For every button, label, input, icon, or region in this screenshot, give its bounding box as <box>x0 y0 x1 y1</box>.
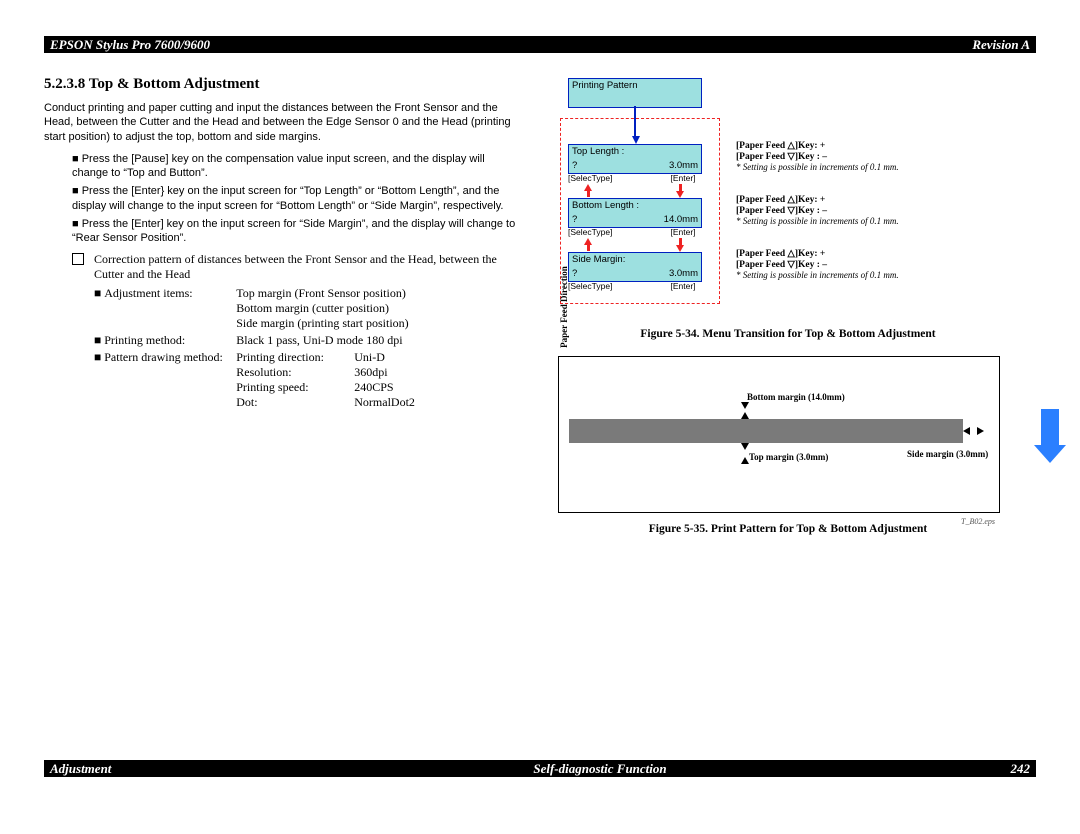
menu-bottom-length: Bottom Length : ? 14.0mm <box>568 198 702 228</box>
menu-title: Printing Pattern <box>569 79 701 93</box>
menu-printing-pattern: Printing Pattern <box>568 78 702 108</box>
label-bottom-margin: Bottom margin (14.0mm) <box>747 392 845 402</box>
key-hint-bottom: [Paper Feed △]Key: + [Paper Feed ▽]Key :… <box>736 194 996 227</box>
enter-label: [Enter] <box>664 281 702 291</box>
print-pattern-diagram: Bottom margin (14.0mm) Top margin (3.0mm… <box>558 356 1000 513</box>
pattern-val: NormalDot2 <box>354 395 415 410</box>
key-note: * Setting is possible in increments of 0… <box>736 162 899 172</box>
arrow-down-icon <box>741 402 749 409</box>
arrow-left-icon <box>963 427 970 435</box>
instruction-list: Press the [Pause] key on the compensatio… <box>72 152 520 246</box>
arrow-right-icon <box>977 427 984 435</box>
spec-list: Adjustment items: Top margin (Front Sens… <box>94 286 520 410</box>
selectype-label: [SelecType] <box>568 173 606 183</box>
arrow-up-icon <box>741 457 749 464</box>
right-column: Printing Pattern Top Length : ? 3.0mm [Se… <box>540 72 1036 744</box>
menu-title: Top Length : <box>569 145 701 159</box>
key-up: [Paper Feed △]Key: + <box>736 249 825 259</box>
pattern-val: 240CPS <box>354 380 415 395</box>
pattern-key: Resolution: <box>236 365 354 380</box>
arrow-up-icon <box>741 412 749 419</box>
key-hint-side: [Paper Feed △]Key: + [Paper Feed ▽]Key :… <box>736 248 996 281</box>
instruction-item: Press the [Enter} key on the input scree… <box>72 184 520 213</box>
selectype-label: [SelecType] <box>568 281 606 291</box>
pattern-key: Printing direction: <box>236 350 354 365</box>
flow-line <box>679 184 682 191</box>
menu-q: ? <box>572 214 577 226</box>
label-top-margin: Top margin (3.0mm) <box>749 452 828 462</box>
arrow-down-icon <box>741 443 749 450</box>
menu-title: Side Margin: <box>569 253 701 267</box>
selectype-label: [SelecType] <box>568 227 606 237</box>
label-print-method: Printing method: <box>104 333 236 348</box>
key-note: * Setting is possible in increments of 0… <box>736 270 899 280</box>
arrow-down-icon <box>676 191 684 198</box>
doc-revision: Revision A <box>972 37 1030 53</box>
key-up: [Paper Feed △]Key: + <box>736 195 825 205</box>
arrow-up-icon <box>584 238 592 245</box>
value-print-method: Black 1 pass, Uni-D mode 180 dpi <box>236 333 402 348</box>
label-pattern: Pattern drawing method: <box>104 350 236 365</box>
key-down: [Paper Feed ▽]Key : – <box>736 260 827 270</box>
key-down: [Paper Feed ▽]Key : – <box>736 152 827 162</box>
footer-bar: Adjustment Self-diagnostic Function 242 <box>44 760 1036 777</box>
arrow-up-icon <box>584 184 592 191</box>
adj-item: Bottom margin (cutter position) <box>236 301 389 315</box>
page: EPSON Stylus Pro 7600/9600 Revision A 5.… <box>0 0 1080 34</box>
spec-item: Pattern drawing method: Printing directi… <box>94 350 520 410</box>
enter-label: [Enter] <box>664 227 702 237</box>
checkbox-icon <box>72 253 84 265</box>
menu-val: 3.0mm <box>669 268 698 280</box>
menu-title: Bottom Length : <box>569 199 701 213</box>
flow-line <box>679 238 682 245</box>
arrow-down-icon <box>632 136 640 144</box>
footer-left: Adjustment <box>50 761 250 777</box>
pattern-key: Dot: <box>236 395 354 410</box>
menu-val: 14.0mm <box>664 214 698 226</box>
flow-line <box>587 191 590 197</box>
pattern-val: Uni-D <box>354 350 415 365</box>
pattern-val: 360dpi <box>354 365 415 380</box>
instruction-item: Press the [Enter] key on the input scree… <box>72 217 520 246</box>
section-heading: 5.2.3.8 Top & Bottom Adjustment <box>44 76 520 93</box>
left-column: 5.2.3.8 Top & Bottom Adjustment Conduct … <box>44 72 540 744</box>
menu-top-length: Top Length : ? 3.0mm <box>568 144 702 174</box>
menu-val: 3.0mm <box>669 160 698 172</box>
key-hint-top: [Paper Feed △]Key: + [Paper Feed ▽]Key :… <box>736 140 996 173</box>
checkbox-text: Correction pattern of distances between … <box>94 252 520 282</box>
content-area: 5.2.3.8 Top & Bottom Adjustment Conduct … <box>44 72 1036 744</box>
arrow-down-icon <box>676 245 684 252</box>
spec-item: Adjustment items: Top margin (Front Sens… <box>94 286 520 331</box>
key-note: * Setting is possible in increments of 0… <box>736 216 899 226</box>
label-side-margin: Side margin (3.0mm) <box>907 449 988 459</box>
flow-line <box>634 106 636 136</box>
footer-center: Self-diagnostic Function <box>250 761 950 777</box>
key-down: [Paper Feed ▽]Key : – <box>736 206 827 216</box>
instruction-item: Press the [Pause] key on the compensatio… <box>72 152 520 181</box>
spec-item: Printing method: Black 1 pass, Uni-D mod… <box>94 333 520 348</box>
label-paper-feed: Paper Feed Direction <box>559 257 569 357</box>
menu-q: ? <box>572 268 577 280</box>
adj-item: Side margin (printing start position) <box>236 316 408 330</box>
adj-item: Top margin (Front Sensor position) <box>236 286 406 300</box>
menu-transition-diagram: Printing Pattern Top Length : ? 3.0mm [Se… <box>560 78 1010 318</box>
enter-label: [Enter] <box>664 173 702 183</box>
pattern-key: Printing speed: <box>236 380 354 395</box>
footer-page: 242 <box>950 761 1030 777</box>
header-bar: EPSON Stylus Pro 7600/9600 Revision A <box>44 36 1036 53</box>
eps-filename: T_B02.eps <box>961 517 995 526</box>
menu-side-margin: Side Margin: ? 3.0mm <box>568 252 702 282</box>
doc-title: EPSON Stylus Pro 7600/9600 <box>50 37 210 53</box>
checkbox-item: Correction pattern of distances between … <box>72 252 520 282</box>
key-up: [Paper Feed △]Key: + <box>736 141 825 151</box>
label-adj-items: Adjustment items: <box>104 286 236 331</box>
intro-paragraph: Conduct printing and paper cutting and i… <box>44 101 520 144</box>
paper-feed-arrow-icon <box>1041 409 1059 445</box>
flow-line <box>587 245 590 251</box>
figure-34-caption: Figure 5-34. Menu Transition for Top & B… <box>540 328 1036 340</box>
pattern-bar <box>569 419 963 443</box>
menu-q: ? <box>572 160 577 172</box>
